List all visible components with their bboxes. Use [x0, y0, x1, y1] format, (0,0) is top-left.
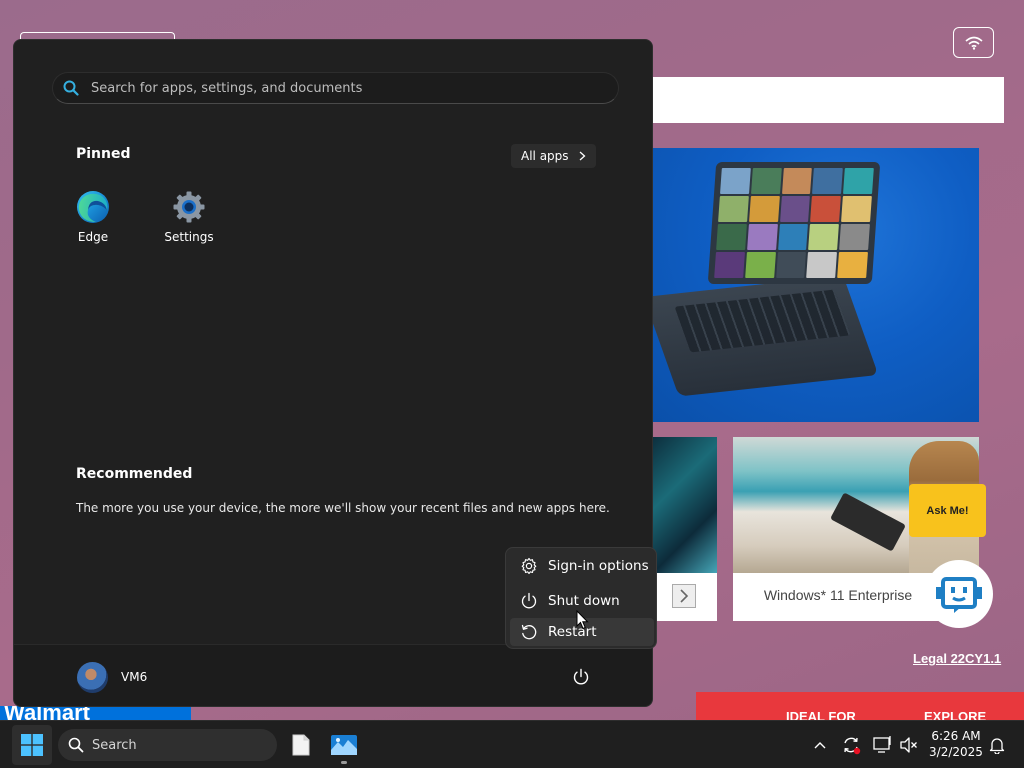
pinned-app-settings[interactable]: Settings [149, 190, 229, 244]
start-search-input[interactable] [89, 79, 589, 97]
power-icon [521, 592, 537, 609]
bell-icon [989, 738, 1005, 754]
gear-icon [521, 557, 537, 575]
network-icon [873, 736, 891, 753]
menu-item-label: Restart [548, 624, 597, 640]
chevron-up-icon [814, 742, 826, 749]
wifi-icon [964, 36, 983, 50]
volume-muted-icon [900, 737, 917, 753]
restart-icon [521, 624, 537, 640]
recommended-heading: Recommended [76, 466, 193, 482]
volume-button[interactable] [899, 735, 919, 755]
wifi-button[interactable] [953, 27, 994, 58]
update-status-button[interactable] [841, 735, 861, 755]
taskbar: Search 6:26 AM 3/2/2025 [0, 720, 1024, 768]
promo-left-text: IDEAL FOR [786, 709, 856, 720]
card-caption: Windows* 11 Enterprise [763, 587, 913, 603]
hero-laptop-image[interactable] [640, 148, 979, 422]
taskbar-photos-app[interactable] [328, 729, 360, 761]
menu-item-sign-in-options[interactable]: Sign-in options [510, 552, 654, 580]
promo-banner[interactable]: IDEAL FOR EXPLORE [696, 692, 1024, 720]
notifications-button[interactable] [987, 735, 1007, 755]
chevron-right-icon [579, 151, 586, 161]
taskbar-search[interactable]: Search [58, 729, 277, 761]
power-icon [573, 668, 589, 685]
power-options-menu: Sign-in options Shut down Restart [505, 547, 657, 649]
laptop-screen [707, 162, 881, 284]
carousel-next-button[interactable] [672, 584, 696, 608]
chatbot-button[interactable] [925, 560, 993, 628]
start-search-box[interactable] [52, 72, 619, 104]
walmart-banner[interactable]: Walmart [0, 706, 191, 720]
photos-app-icon [331, 735, 357, 755]
all-apps-label: All apps [521, 149, 569, 163]
start-menu-footer: VM6 [14, 644, 652, 706]
header-banner [640, 77, 1004, 123]
robot-icon [936, 577, 982, 613]
promo-right-text: EXPLORE [924, 709, 987, 720]
taskbar-search-label: Search [92, 737, 137, 753]
pinned-heading: Pinned [76, 146, 131, 162]
search-icon [63, 80, 79, 96]
search-icon [68, 737, 84, 753]
clock-time: 6:26 AM [931, 729, 981, 743]
user-name[interactable]: VM6 [121, 670, 147, 684]
tablet-device [830, 492, 906, 552]
pinned-app-edge[interactable]: Edge [53, 190, 133, 244]
walmart-logo-text: Walmart [4, 706, 90, 720]
mouse-cursor-icon [576, 610, 589, 630]
windows-logo-icon [21, 734, 43, 756]
recommended-empty-text: The more you use your device, the more w… [76, 501, 610, 515]
pinned-app-label: Edge [77, 230, 109, 244]
menu-item-label: Shut down [548, 593, 620, 609]
network-button[interactable] [873, 735, 893, 755]
running-app-indicator [341, 761, 347, 764]
system-clock[interactable]: 6:26 AM 3/2/2025 [926, 728, 986, 760]
settings-gear-icon [172, 190, 206, 224]
ask-me-button[interactable]: Ask Me! [909, 484, 986, 537]
legal-link[interactable]: Legal 22CY1.1 [913, 651, 1001, 666]
chevron-right-icon [680, 589, 689, 603]
power-button[interactable] [569, 665, 593, 689]
avatar[interactable] [77, 662, 108, 693]
show-hidden-icons-button[interactable] [810, 735, 830, 755]
taskbar-file-explorer[interactable] [285, 729, 317, 761]
clock-date: 3/2/2025 [929, 745, 983, 759]
sync-update-icon [844, 737, 861, 755]
pinned-app-label: Settings [164, 230, 214, 244]
all-apps-button[interactable]: All apps [511, 144, 596, 168]
menu-item-label: Sign-in options [548, 558, 649, 574]
edge-icon [76, 190, 110, 224]
start-button[interactable] [12, 725, 52, 765]
file-icon [292, 734, 310, 756]
